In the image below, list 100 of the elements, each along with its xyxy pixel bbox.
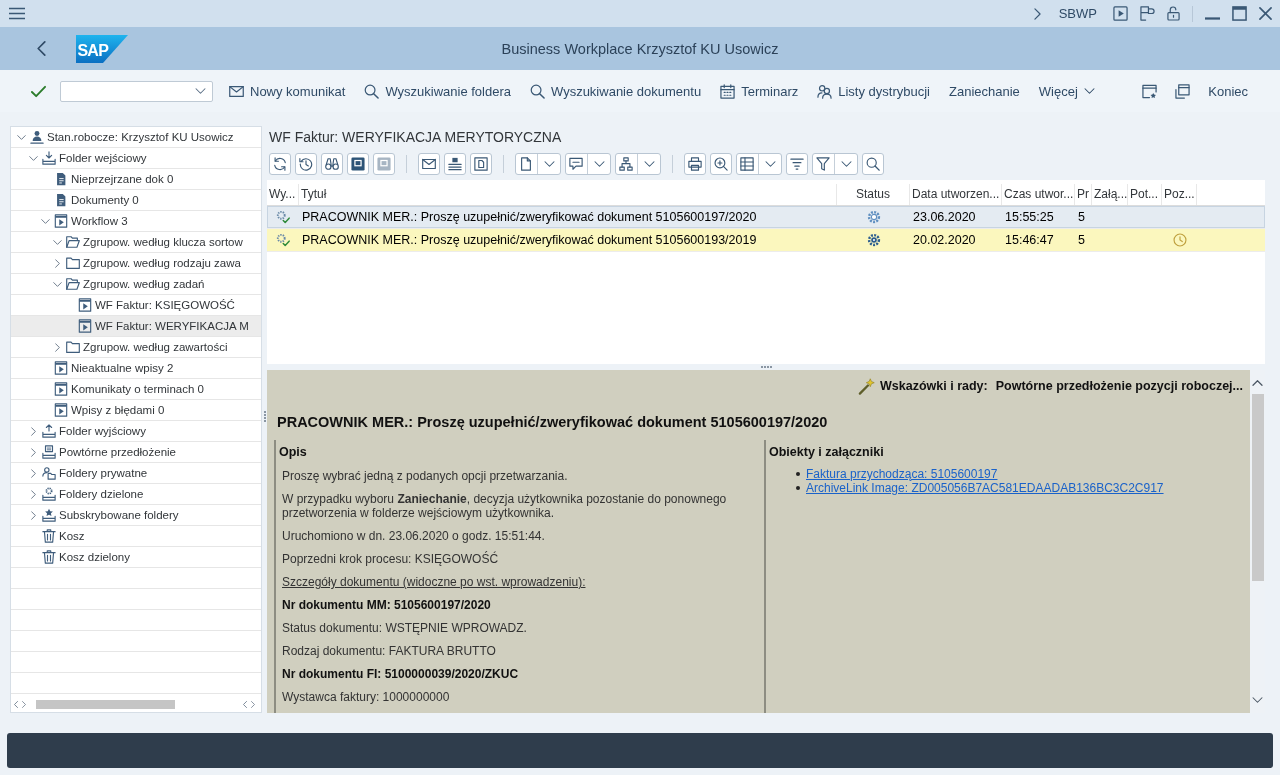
close-icon[interactable] [1259, 7, 1272, 20]
toolbar-button[interactable] [444, 153, 466, 175]
toolbar-button[interactable] [862, 153, 884, 175]
chevron-right-icon[interactable] [30, 468, 36, 478]
scroll-left-icon[interactable] [14, 700, 18, 708]
windows-icon[interactable] [1175, 83, 1191, 99]
attachment-link[interactable]: ArchiveLink Image: ZD005056B7AC581EDAADAB136BC3C2C917 [806, 481, 1164, 495]
splitter-grip-icon[interactable] [263, 411, 266, 422]
caret-down-icon[interactable] [195, 88, 206, 94]
toolbar-button[interactable] [321, 153, 343, 175]
framed-page-icon [474, 157, 488, 171]
filter-icon [816, 157, 830, 171]
toolbar-button[interactable]: Terminarz [720, 83, 799, 99]
column-header[interactable]: Status [837, 184, 910, 205]
page-icon [519, 157, 533, 171]
transaction-code: SBWP [1058, 6, 1097, 21]
column-header[interactable]: Pot... [1128, 184, 1162, 205]
item-heading: PRACOWNIK MER.: Proszę uzupełnić/zweryfikować dokument 5105600197/2020 [277, 414, 829, 430]
menu-icon[interactable] [9, 7, 25, 20]
bullet-icon [796, 472, 800, 476]
column-header[interactable]: Poz... [1162, 184, 1197, 205]
toolbar-button[interactable] [347, 153, 369, 175]
filled-tile-icon [351, 157, 365, 171]
back-icon[interactable] [37, 41, 46, 56]
envelope-icon [422, 157, 436, 171]
toolbar-button[interactable]: Listy dystrybucji [817, 83, 930, 99]
toolbar-button[interactable] [470, 153, 492, 175]
chevron-right-icon[interactable] [30, 510, 36, 520]
tips-text: Powtórne przedłożenie pozycji roboczej... [995, 379, 1243, 393]
menu-button[interactable] [736, 153, 782, 175]
chevron-right-icon[interactable] [30, 489, 36, 499]
play-page-icon [54, 403, 68, 417]
binoculars-icon [325, 157, 339, 171]
toolbar-button[interactable]: Wyszukiwanie foldera [364, 83, 511, 99]
menu-button[interactable]: Więcej [1038, 83, 1095, 99]
attachment-link[interactable]: Faktura przychodząca: 5105600197 [806, 467, 998, 481]
column-header[interactable]: Załą... [1092, 184, 1128, 205]
toolbar-button[interactable]: Koniec [1208, 83, 1248, 99]
subheading: Szczegóły dokumentu (widoczne po wst. wprowadzeniu): [282, 575, 587, 589]
chevron-down-icon[interactable] [52, 239, 62, 245]
column-header[interactable]: Tytuł [299, 184, 837, 205]
play-box-icon[interactable] [1113, 6, 1128, 21]
layout-icon[interactable] [1140, 6, 1155, 21]
scroll-down-icon[interactable] [1252, 697, 1263, 703]
paragraph: Uruchomiono w dn. 23.06.2020 o godz. 15:51:44. [282, 529, 546, 543]
toolbar-button[interactable]: Wyszukiwanie dokumentu [530, 83, 702, 99]
column-header[interactable]: Data utworzen... [910, 184, 1002, 205]
chevron-right-icon[interactable] [30, 426, 36, 436]
maximize-icon[interactable] [1232, 6, 1247, 21]
padlock-icon[interactable] [1167, 6, 1180, 21]
chevron-right-icon[interactable] [54, 258, 60, 268]
chevron-right-icon[interactable] [1033, 7, 1041, 20]
tray-arrow-up-icon [42, 424, 56, 438]
menu-button[interactable] [615, 153, 661, 175]
logo: SAP [76, 34, 128, 63]
chevron-down-icon[interactable] [40, 218, 50, 224]
menu-button[interactable] [565, 153, 611, 175]
gear-check-icon [276, 233, 290, 247]
table-row[interactable]: PRACOWNIK MER.: Proszę uzupełnić/zweryfikować dokument 5105600193/2019 20.02.2020 15:46:47 5 [267, 229, 1265, 252]
chevron-down-icon[interactable] [16, 134, 26, 140]
check-icon[interactable] [31, 84, 46, 98]
search-icon [866, 157, 880, 171]
scroll-right-icon[interactable] [251, 700, 255, 708]
chevron-down-icon[interactable] [52, 281, 62, 287]
grid-icon [740, 157, 754, 171]
scroll-left-icon[interactable] [243, 700, 247, 708]
folder-title: WF Faktur: WERYFIKACJA MERYTORYCZNA [268, 128, 563, 147]
document-icon [54, 193, 68, 207]
tree-item[interactable]: WF Faktur: WERYFIKACJA M [11, 316, 261, 337]
toolbar-button[interactable] [786, 153, 808, 175]
chevron-down-icon[interactable] [28, 155, 38, 161]
toolbar-button[interactable] [418, 153, 440, 175]
section-title: Obiekty i załączniki [769, 445, 885, 460]
faded-tile-icon [377, 157, 391, 171]
paragraph: Status dokumentu: WSTĘPNIE WPROWADZ. [282, 621, 528, 635]
toolbar-button[interactable] [295, 153, 317, 175]
toolbar-button[interactable]: Zaniechanie [949, 83, 1020, 99]
paragraph: Wystawca faktury: 1000000000 [282, 690, 451, 704]
table-row[interactable]: PRACOWNIK MER.: Proszę uzupełnić/zweryfikować dokument 5105600197/2020 23.06.2020 15:55:25 5 [267, 206, 1265, 229]
chevron-right-icon[interactable] [54, 342, 60, 352]
column-header[interactable]: Pr [1075, 184, 1092, 205]
column-header[interactable]: Wy... [267, 184, 299, 205]
column-header[interactable]: Czas utwor... [1002, 184, 1075, 205]
chevron-right-icon[interactable] [30, 447, 36, 457]
window-star-icon[interactable] [1142, 83, 1158, 99]
scroll-right-icon[interactable] [22, 700, 26, 708]
scroll-up-icon[interactable] [1252, 380, 1263, 386]
open-folder-icon [66, 277, 80, 291]
command-field[interactable] [60, 80, 213, 102]
menu-button[interactable] [812, 153, 858, 175]
scrollbar-thumb[interactable] [1251, 394, 1264, 581]
scrollbar-thumb[interactable] [36, 699, 175, 709]
toolbar-button[interactable] [710, 153, 732, 175]
paragraph: Poprzedni krok procesu: KSIĘGOWOŚĆ [282, 552, 500, 566]
toolbar-button[interactable] [269, 153, 291, 175]
menu-button[interactable] [515, 153, 561, 175]
toolbar-button[interactable]: Nowy komunikat [229, 83, 346, 99]
folder-icon [66, 340, 80, 354]
play-page-icon [54, 214, 68, 228]
toolbar-button[interactable] [684, 153, 706, 175]
